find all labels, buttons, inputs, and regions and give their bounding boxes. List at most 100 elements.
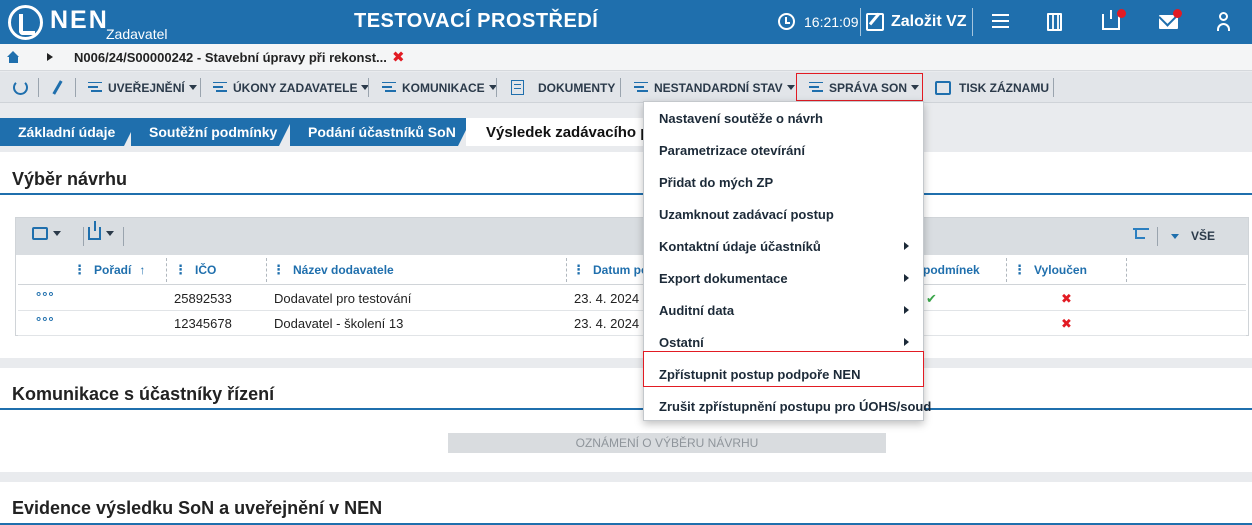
dokumenty-button[interactable]: DOKUMENTY <box>511 72 615 103</box>
tab-vysledek[interactable]: Výsledek zadávacího po <box>466 118 666 146</box>
grid-export-button[interactable] <box>88 221 114 240</box>
evidence-section: Evidence výsledku SoN a uveřejnění v NEN <box>0 482 1252 525</box>
menu-item-label: Kontaktní údaje účastníků <box>659 238 821 254</box>
menu-item-uzamknout[interactable]: Uzamknout zadávací postup <box>644 198 923 230</box>
column-menu-icon[interactable]: ⋮ <box>572 262 585 278</box>
column-menu-icon[interactable]: ⋮ <box>272 262 285 278</box>
divider <box>83 227 84 246</box>
column-menu-icon[interactable]: ⋮ <box>73 262 86 278</box>
refresh-button[interactable] <box>13 72 28 103</box>
col-nazev[interactable]: ⋮ Název dodavatele <box>272 255 394 285</box>
cell-datum: 23. 4. 2024 <box>574 291 640 306</box>
uverejneni-menu[interactable]: UVEŘEJNĚNÍ <box>88 72 197 103</box>
menu-item-ostatni[interactable]: Ostatní <box>644 326 923 358</box>
menu-item-parametrizace[interactable]: Parametrizace otevírání <box>644 134 923 166</box>
inbox-notification-dot <box>1117 9 1126 18</box>
top-bar: NEN Zadavatel TESTOVACÍ PROSTŘEDÍ 16:21:… <box>0 0 1252 44</box>
tisk-zaznamu-button[interactable]: TISK ZÁZNAMU <box>935 72 1049 103</box>
divider <box>75 78 76 97</box>
divider <box>38 78 39 97</box>
cell-ico: 12345678 <box>174 316 232 331</box>
menu-item-label: Auditní data <box>659 302 735 318</box>
section-rule <box>0 408 1252 410</box>
cell-ico: 25892533 <box>174 291 232 306</box>
col-podminek[interactable]: podmínek <box>923 255 980 285</box>
row-menu-icon[interactable]: °°° <box>36 289 55 304</box>
section-title: Komunikace s účastníky řízení <box>12 384 275 404</box>
new-vz-button[interactable]: Založit VZ <box>866 8 967 36</box>
menu-item-zpristupnit-podpore[interactable]: Zpřístupnit postup podpoře NEN <box>644 358 923 390</box>
column-menu-icon[interactable]: ⋮ <box>174 262 187 278</box>
tab-zakladni-udaje[interactable]: Základní údaje <box>0 118 124 146</box>
col-divider <box>1006 258 1007 282</box>
breadcrumb-current[interactable]: N006/24/S00000242 - Stavební úpravy při … <box>74 50 387 65</box>
table-row[interactable]: °°° 12345678 Dodavatel - školení 13 23. … <box>18 311 1246 336</box>
komunikace-menu[interactable]: KOMUNIKACE <box>382 72 497 103</box>
refresh-icon <box>13 80 28 95</box>
edit-button[interactable] <box>52 72 63 103</box>
print-icon <box>935 80 951 95</box>
tab-soutezni-podminky[interactable]: Soutěžní podmínky <box>131 118 279 146</box>
nen-logo-icon[interactable] <box>8 5 43 40</box>
col-ico[interactable]: ⋮ IČO <box>174 255 216 285</box>
chevron-right-icon <box>904 242 909 250</box>
list-icon <box>634 82 648 93</box>
close-icon[interactable]: ✖ <box>392 48 405 66</box>
menu-item-export-dokumentace[interactable]: Export dokumentace <box>644 262 923 294</box>
divider <box>1157 227 1158 246</box>
filter-all-dropdown[interactable]: VŠE <box>1171 229 1215 243</box>
ukony-menu[interactable]: ÚKONY ZADAVATELE <box>213 72 370 103</box>
col-divider <box>266 258 267 282</box>
section-title: Výběr návrhu <box>12 169 128 189</box>
action-toolbar: UVEŘEJNĚNÍ ÚKONY ZADAVATELE KOMUNIKACE D… <box>0 72 1252 103</box>
chevron-right-icon <box>47 53 53 61</box>
sprava-son-dropdown: Nastavení soutěže o návrh Parametrizace … <box>643 101 931 422</box>
home-icon[interactable] <box>7 51 20 63</box>
session-clock: 16:21:09 <box>804 14 859 30</box>
ukony-label: ÚKONY ZADAVATELE <box>233 80 358 95</box>
row-menu-icon[interactable]: °°° <box>36 314 55 329</box>
divider <box>620 78 621 97</box>
filter-icon[interactable] <box>1133 228 1149 244</box>
grid-header: ⋮ Pořadí ↑ ⋮ IČO ⋮ Název dodavatele ⋮ Datum p… <box>18 255 1246 285</box>
menu-item-nastaveni-souteze[interactable]: Nastavení soutěže o návrh <box>644 102 923 134</box>
chevron-right-icon <box>904 338 909 346</box>
komunikace-label: KOMUNIKACE <box>402 80 485 95</box>
col-vyloucen[interactable]: ⋮ Vyloučen <box>1013 255 1087 285</box>
menu-item-zrusit-zpristupneni[interactable]: Zrušit zpřístupnění postupu pro ÚOHS/sou… <box>644 390 931 422</box>
print-icon <box>32 227 48 240</box>
table-row[interactable]: °°° 25892533 Dodavatel pro testování 23.… <box>18 286 1246 311</box>
breadcrumb: N006/24/S00000242 - Stavební úpravy při … <box>0 44 1252 71</box>
menu-icon[interactable] <box>992 14 1009 28</box>
environment-title: TESTOVACÍ PROSTŘEDÍ <box>354 10 599 32</box>
tab-bar: Základní údaje Soutěžní podmínky Podání … <box>0 104 1252 146</box>
menu-item-label: Ostatní <box>659 334 704 350</box>
chevron-right-icon <box>904 306 909 314</box>
grid-print-button[interactable] <box>32 227 61 240</box>
brand-subtitle: Zadavatel <box>106 26 168 42</box>
caret-down-icon <box>786 85 795 90</box>
col-podminek-label: podmínek <box>923 263 980 277</box>
oznameni-vyberu-button[interactable]: OZNÁMENÍ O VÝBĚRU NÁVRHU <box>448 433 886 453</box>
uverejneni-label: UVEŘEJNĚNÍ <box>108 80 185 95</box>
divider <box>368 78 369 97</box>
menu-item-pridat-do-mych-zp[interactable]: Přidat do mých ZP <box>644 166 923 198</box>
col-poradi-label: Pořadí <box>94 263 132 277</box>
user-icon[interactable] <box>1217 12 1230 32</box>
edit-icon <box>866 13 884 31</box>
calculator-icon[interactable] <box>1047 13 1062 31</box>
sprava-son-menu[interactable]: SPRÁVA SON <box>809 72 920 103</box>
menu-item-auditni-data[interactable]: Auditní data <box>644 294 923 326</box>
menu-item-label: Export dokumentace <box>659 270 788 286</box>
sort-up-icon: ↑ <box>139 263 146 277</box>
caret-down-icon <box>911 85 920 90</box>
tab-podani-ucastniku[interactable]: Podání účastníků SoN <box>290 118 458 146</box>
clock-icon <box>778 13 795 30</box>
nestandardni-stav-menu[interactable]: NESTANDARDNÍ STAV <box>634 72 795 103</box>
col-poradi[interactable]: ⋮ Pořadí ↑ <box>73 255 145 285</box>
brand-name: NEN <box>50 6 109 34</box>
column-menu-icon[interactable]: ⋮ <box>1013 262 1026 278</box>
pencil-icon <box>52 80 63 95</box>
section-rule <box>0 193 1252 195</box>
menu-item-kontaktni-udaje[interactable]: Kontaktní údaje účastníků <box>644 230 923 262</box>
